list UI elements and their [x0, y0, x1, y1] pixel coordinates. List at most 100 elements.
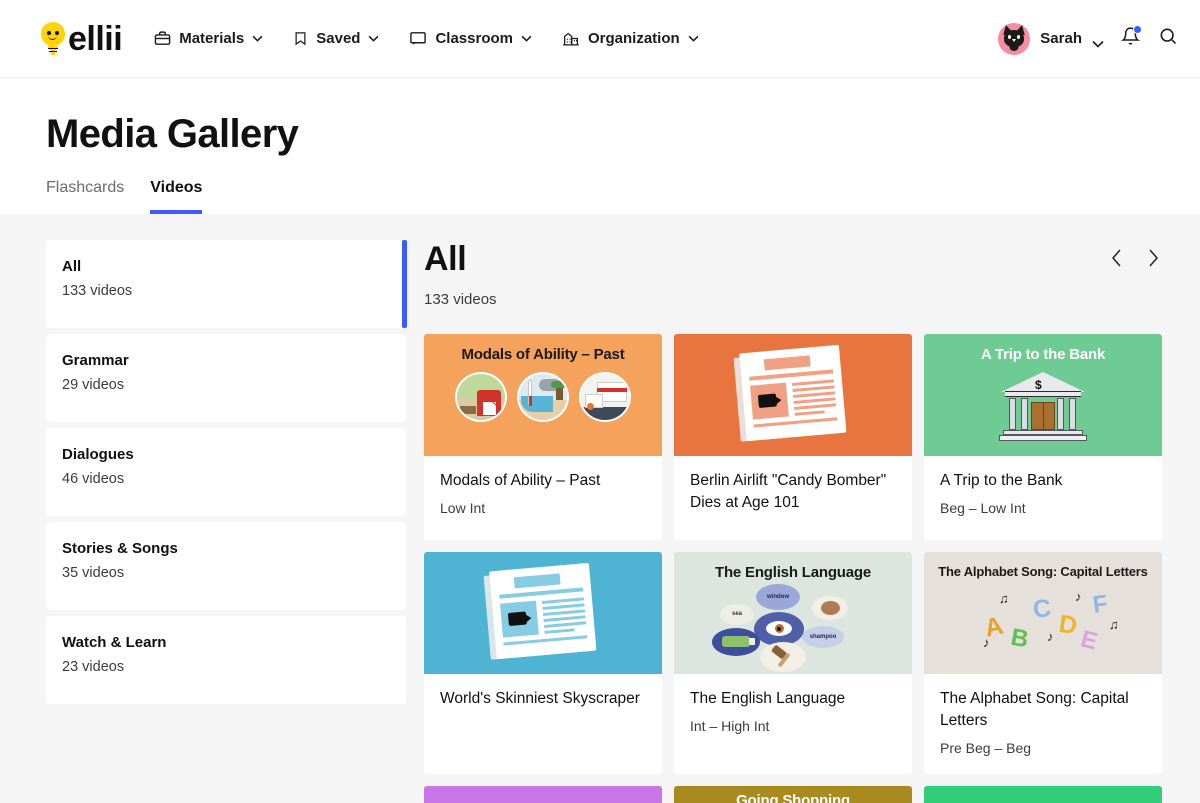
sidebar-item-all[interactable]: All 133 videos	[46, 240, 407, 328]
video-title: The Alphabet Song: Capital Letters	[940, 690, 1129, 730]
user-menu[interactable]: Sarah	[998, 22, 1104, 55]
bubble-eye-icon	[754, 611, 804, 646]
nav-item-materials[interactable]: Materials	[152, 24, 265, 53]
whiteboard-icon	[409, 30, 427, 47]
search-button[interactable]	[1158, 26, 1178, 51]
video-thumbnail: Modals of Ability – Past	[424, 334, 662, 457]
thumbnail-title: The English Language	[714, 564, 871, 582]
results-title: All	[424, 240, 467, 278]
music-note-icon: ♫	[999, 591, 1009, 607]
notification-badge	[1133, 25, 1142, 34]
video-card[interactable]: The English Language window sea shampoo	[674, 552, 912, 775]
video-title: Berlin Airlift "Candy Bomber" Dies at Ag…	[690, 472, 887, 512]
letter-b: B	[1008, 624, 1031, 654]
page-header: Media Gallery Flashcards Videos	[0, 78, 1200, 214]
alphabet-letters-illustration: A B C D E F ♫ ♪ ♪ ♪ ♫	[963, 585, 1123, 674]
video-title: World's Skinniest Skyscraper	[440, 690, 640, 708]
video-card[interactable]: Third Conditional	[424, 786, 662, 803]
chevron-down-icon	[252, 35, 263, 42]
nav-label: Classroom	[435, 30, 513, 47]
video-card[interactable]: World's Skinniest Skyscraper	[424, 552, 662, 775]
thumbnail-illustration	[455, 371, 631, 422]
music-note-icon: ♪	[1075, 589, 1082, 605]
header-actions: Sarah	[998, 22, 1178, 55]
category-count: 46 videos	[62, 471, 125, 487]
nav-item-saved[interactable]: Saved	[291, 24, 381, 53]
beach-weather-icon	[517, 371, 569, 422]
ellii-logo[interactable]: ellii	[40, 21, 123, 56]
category-name: Watch & Learn	[62, 634, 167, 651]
letter-e: E	[1078, 625, 1101, 656]
sidebar-item-dialogues[interactable]: Dialogues 46 videos	[46, 428, 406, 516]
briefcase-icon	[154, 30, 171, 47]
notifications-button[interactable]	[1120, 25, 1142, 51]
bookmark-icon	[293, 30, 308, 47]
category-count: 23 videos	[62, 659, 125, 675]
video-thumbnail: Comparative Adjectives	[924, 786, 1162, 803]
thumbnail-title: The Alphabet Song: Capital Letters	[938, 564, 1148, 580]
category-name: All	[62, 258, 82, 275]
tab-flashcards[interactable]: Flashcards	[46, 179, 124, 214]
video-thumbnail	[674, 334, 912, 457]
video-card-body: The English Language Int – High Int	[674, 674, 912, 752]
user-name: Sarah	[1040, 30, 1082, 47]
music-note-icon: ♪	[983, 635, 990, 651]
sidebar-item-grammar[interactable]: Grammar 29 videos	[46, 334, 406, 422]
video-level: Int – High Int	[690, 718, 770, 735]
chevron-down-icon	[688, 35, 699, 42]
top-navigation-bar: ellii Materials Saved Classroom Organiza…	[0, 0, 1200, 78]
category-count: 29 videos	[62, 377, 125, 393]
letter-d: D	[1057, 610, 1079, 641]
thumbnail-title: Going Shopping	[736, 792, 850, 803]
chevron-down-icon	[1092, 35, 1104, 48]
chevron-right-icon[interactable]	[1146, 248, 1160, 273]
video-level: Low Int	[440, 500, 486, 517]
letter-c: C	[1031, 594, 1053, 625]
video-card[interactable]: Modals of Ability – Past Modals of Abili…	[424, 334, 662, 541]
bubble-shampoo: shampoo	[802, 625, 844, 648]
search-icon	[1158, 26, 1178, 51]
thumbnail-title: A Trip to the Bank	[980, 346, 1106, 364]
nav-item-classroom[interactable]: Classroom	[407, 24, 534, 53]
main-nav: Materials Saved Classroom Organization	[152, 24, 700, 53]
nav-item-organization[interactable]: Organization	[560, 24, 701, 53]
category-name: Dialogues	[62, 446, 134, 463]
music-note-icon: ♫	[1109, 617, 1119, 633]
sidebar-item-watch-learn[interactable]: Watch & Learn 23 videos	[46, 616, 406, 704]
page-title: Media Gallery	[46, 112, 299, 156]
video-card[interactable]: The Alphabet Song: Capital Letters A B C…	[924, 552, 1162, 775]
results-count: 133 videos	[424, 291, 497, 309]
bubble-toothpaste-icon	[712, 627, 760, 656]
video-card[interactable]: Berlin Airlift "Candy Bomber" Dies at Ag…	[674, 334, 912, 541]
building-icon	[562, 30, 580, 47]
video-level: Beg – Low Int	[940, 500, 1026, 517]
tab-videos[interactable]: Videos	[150, 179, 203, 214]
video-thumbnail: A Trip to the Bank $	[924, 334, 1162, 457]
music-note-icon: ♪	[1047, 629, 1054, 645]
video-title: The English Language	[690, 690, 846, 708]
category-sidebar: All 133 videos Grammar 29 videos Dialogu…	[46, 240, 407, 803]
bank-building-icon: $	[993, 370, 1093, 446]
video-thumbnail	[424, 552, 662, 675]
chevron-down-icon	[368, 35, 379, 42]
pagination-controls	[1110, 240, 1160, 273]
video-card[interactable]: Comparative Adjectives	[924, 786, 1162, 803]
sidebar-item-stories-songs[interactable]: Stories & Songs 35 videos	[46, 522, 406, 610]
gallery-layout: All 133 videos Grammar 29 videos Dialogu…	[0, 214, 1200, 803]
video-card[interactable]: Going Shopping (Beg)	[674, 786, 912, 803]
bubble-gavel-icon	[760, 641, 806, 672]
newspaper-icon	[733, 344, 853, 445]
video-grid: Modals of Ability – Past Modals of Abili…	[424, 334, 1162, 803]
video-card[interactable]: A Trip to the Bank $ A Trip to the Bank …	[924, 334, 1162, 541]
barn-icon	[455, 371, 507, 422]
bubble-potato-icon	[812, 595, 848, 620]
video-title: Modals of Ability – Past	[440, 472, 601, 490]
chevron-left-icon[interactable]	[1110, 248, 1124, 273]
video-card-body: The Alphabet Song: Capital Letters Pre B…	[924, 674, 1162, 774]
bubble-sea: sea	[720, 603, 754, 625]
thumbnail-title: Modals of Ability – Past	[461, 346, 625, 364]
category-count: 133 videos	[62, 283, 133, 299]
gallery-tabs: Flashcards Videos	[46, 179, 1160, 214]
video-thumbnail: The English Language window sea shampoo	[674, 552, 912, 675]
video-card-body: Berlin Airlift "Candy Bomber" Dies at Ag…	[674, 456, 912, 540]
